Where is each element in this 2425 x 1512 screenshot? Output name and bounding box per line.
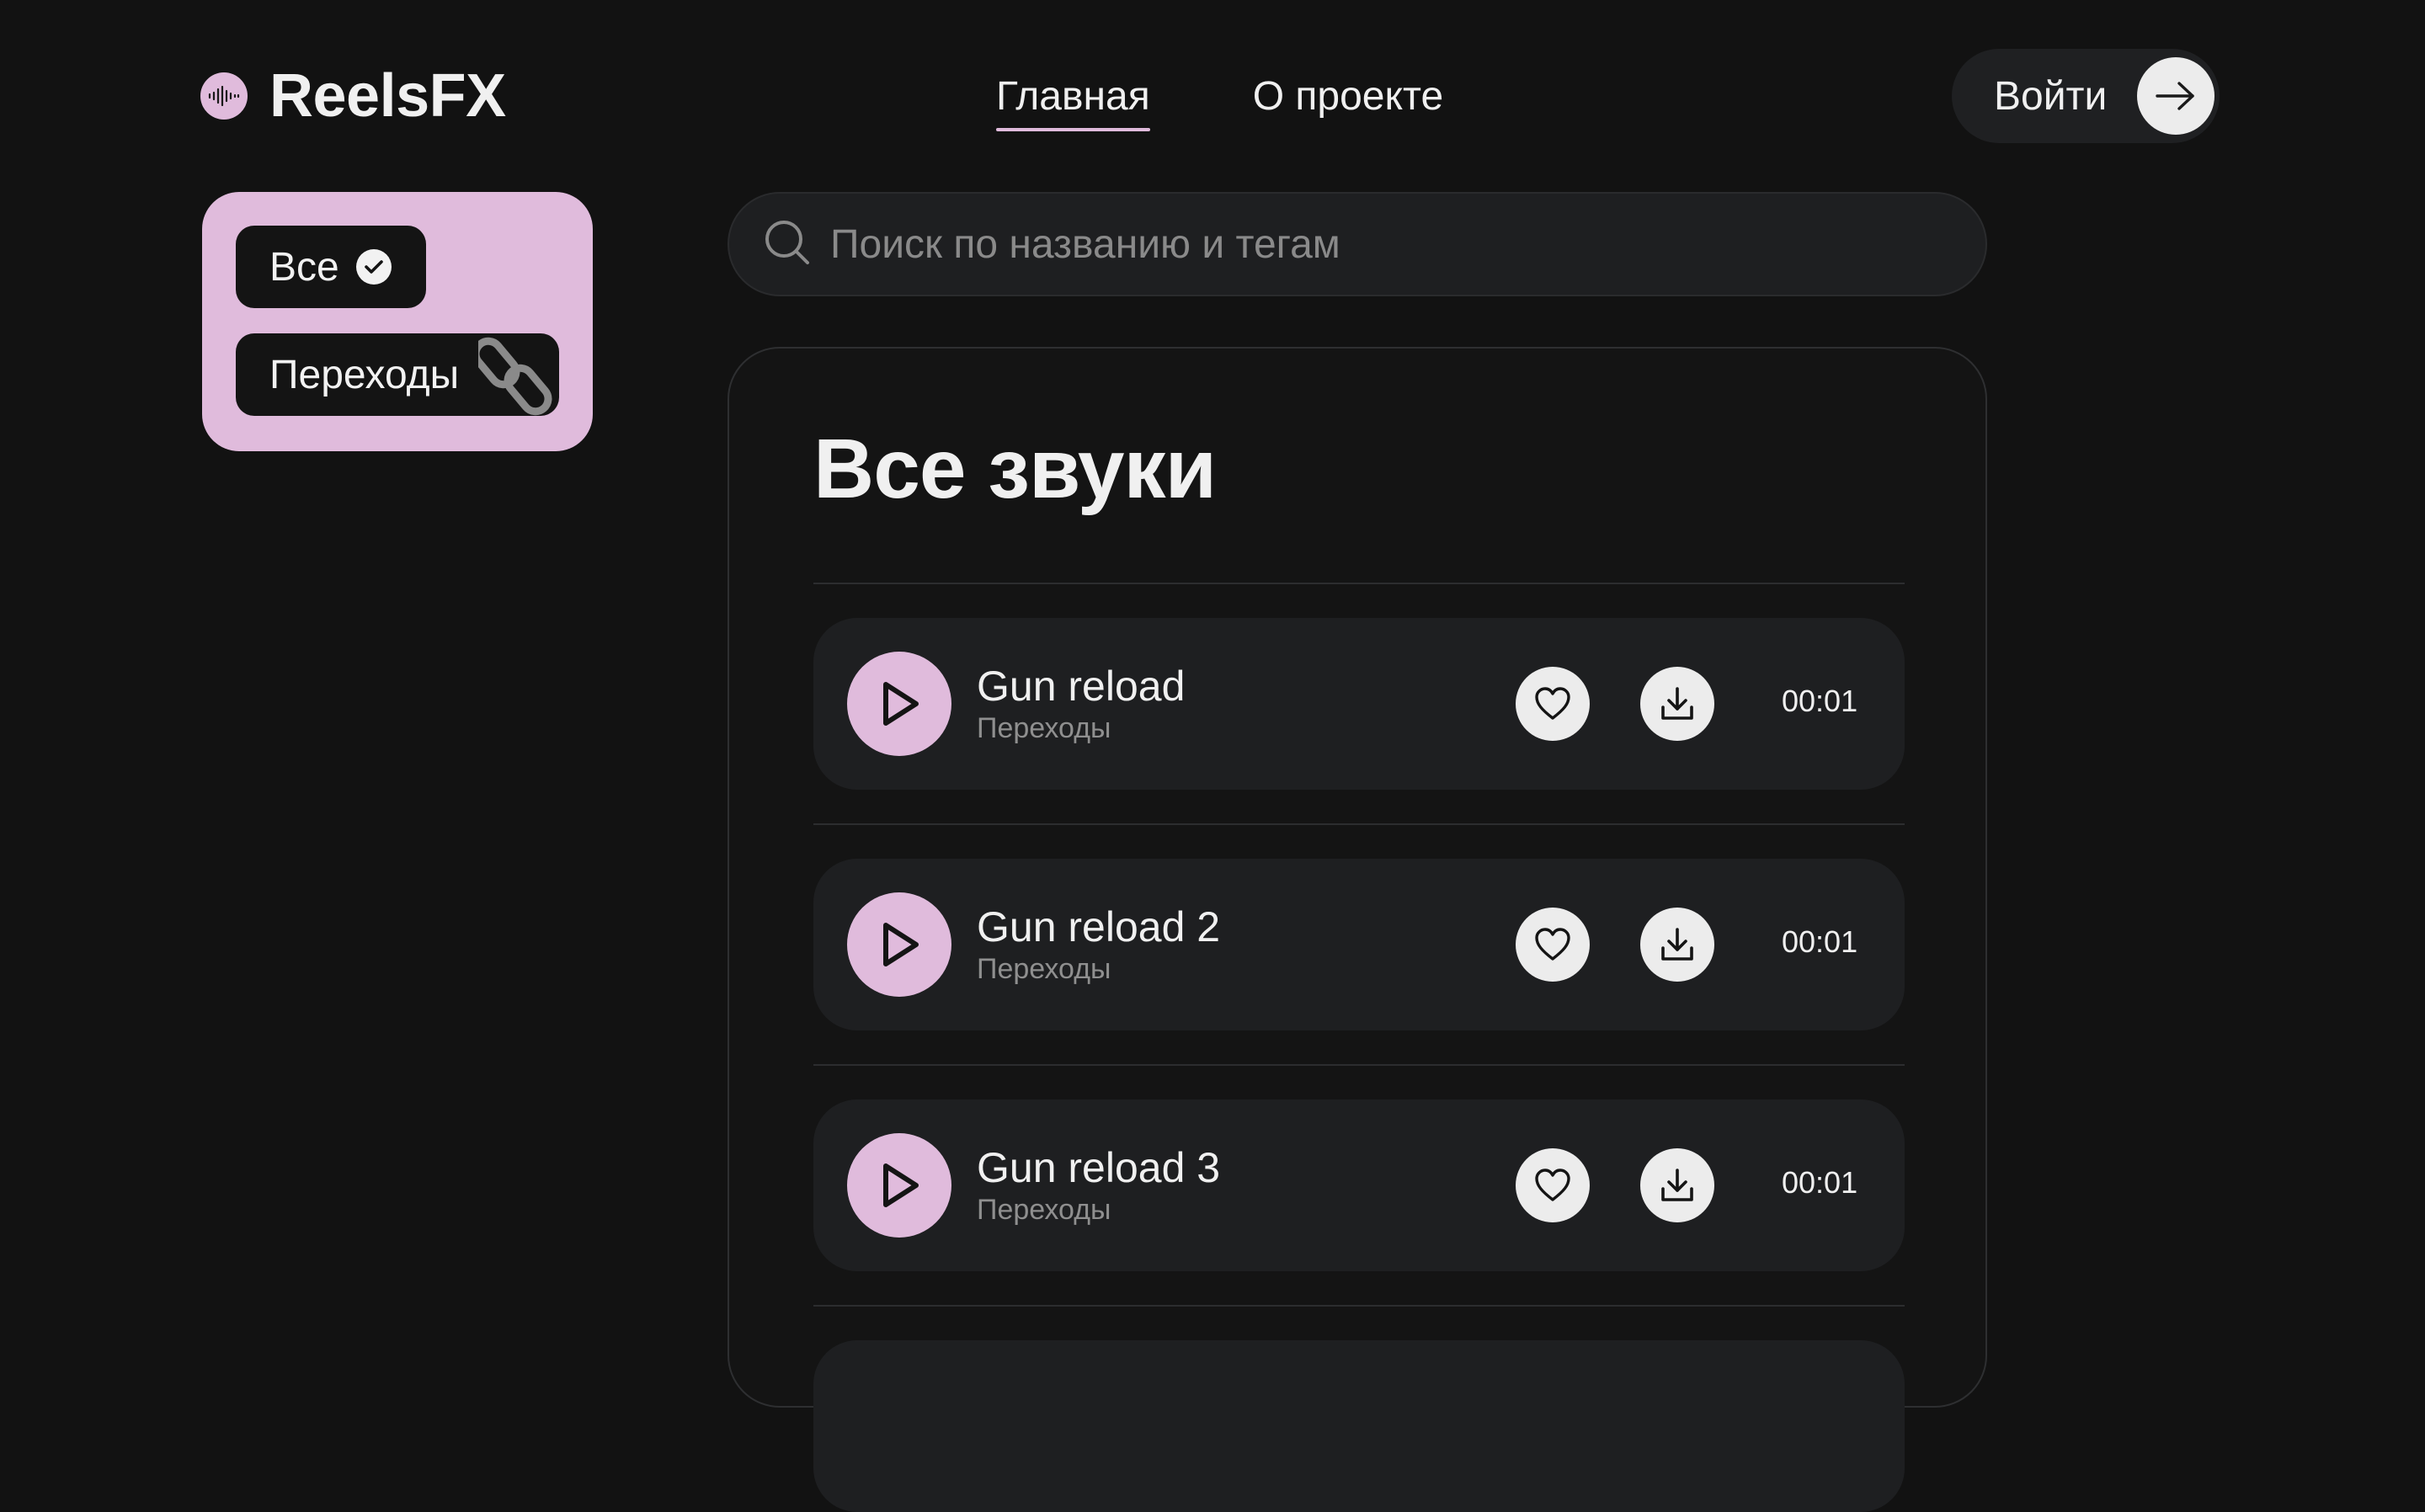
check-circle-icon <box>355 249 392 285</box>
like-button[interactable] <box>1516 667 1590 741</box>
search-bar[interactable] <box>728 192 1987 296</box>
filter-chip-label: Переходы <box>269 352 460 397</box>
sound-name: Gun reload 3 <box>977 1144 1221 1191</box>
sound-duration: 00:01 <box>1782 924 1858 959</box>
play-button[interactable] <box>847 892 951 997</box>
login-button[interactable]: Войти <box>1952 49 2220 143</box>
nav-home[interactable]: Главная <box>996 73 1150 131</box>
sounds-panel: Все звуки Gun reload Переходы 00:01 Gun … <box>728 347 1987 1512</box>
sound-tag: Переходы <box>977 712 1111 744</box>
search-icon <box>763 218 812 271</box>
sound-name: Gun reload 2 <box>977 903 1221 950</box>
play-icon <box>883 682 919 726</box>
heart-icon <box>1535 1169 1570 1201</box>
sound-duration: 00:01 <box>1782 1165 1858 1200</box>
heart-icon <box>1535 928 1570 961</box>
divider <box>813 823 1905 825</box>
heart-icon <box>1535 687 1570 720</box>
divider <box>813 1064 1905 1066</box>
download-icon <box>1661 928 1693 961</box>
play-icon <box>883 1163 919 1207</box>
download-icon <box>1661 1169 1693 1201</box>
sound-row: Gun reload Переходы 00:01 <box>813 618 1905 790</box>
filter-chip-all[interactable]: Все <box>236 226 426 308</box>
sound-name: Gun reload <box>977 663 1186 710</box>
login-label: Войти <box>1994 73 2108 119</box>
logo-text: ReelsFX <box>269 62 506 130</box>
sound-row: Gun reload 2 Переходы 00:01 <box>813 859 1905 1030</box>
sound-row: Gun reload 3 Переходы 00:01 <box>813 1099 1905 1271</box>
waveform-logo-icon <box>200 72 248 120</box>
play-icon <box>883 923 919 966</box>
site-header: ReelsFX Главная О проекте Войти <box>0 0 2425 189</box>
download-button[interactable] <box>1640 1148 1714 1222</box>
category-filter-panel: Все Переходы <box>202 192 593 451</box>
download-icon <box>1661 687 1693 720</box>
play-button[interactable] <box>847 652 951 756</box>
download-button[interactable] <box>1640 908 1714 982</box>
arrow-right-icon <box>2137 57 2214 135</box>
like-button[interactable] <box>1516 1148 1590 1222</box>
link-icon <box>472 333 559 416</box>
divider <box>813 1305 1905 1307</box>
sound-tag: Переходы <box>977 953 1111 985</box>
search-input[interactable] <box>829 194 1985 295</box>
sound-duration: 00:01 <box>1782 684 1858 718</box>
filter-chip-transitions[interactable]: Переходы <box>236 333 559 416</box>
sound-row <box>813 1340 1905 1512</box>
sound-tag: Переходы <box>977 1194 1111 1226</box>
divider <box>813 583 1905 584</box>
download-button[interactable] <box>1640 667 1714 741</box>
like-button[interactable] <box>1516 908 1590 982</box>
logo[interactable]: ReelsFX <box>200 62 506 130</box>
nav-about[interactable]: О проекте <box>1253 73 1443 126</box>
play-button[interactable] <box>847 1133 951 1238</box>
filter-chip-label: Все <box>269 244 339 290</box>
page-title: Все звуки <box>813 422 1217 516</box>
main-nav: Главная О проекте <box>996 66 1443 133</box>
